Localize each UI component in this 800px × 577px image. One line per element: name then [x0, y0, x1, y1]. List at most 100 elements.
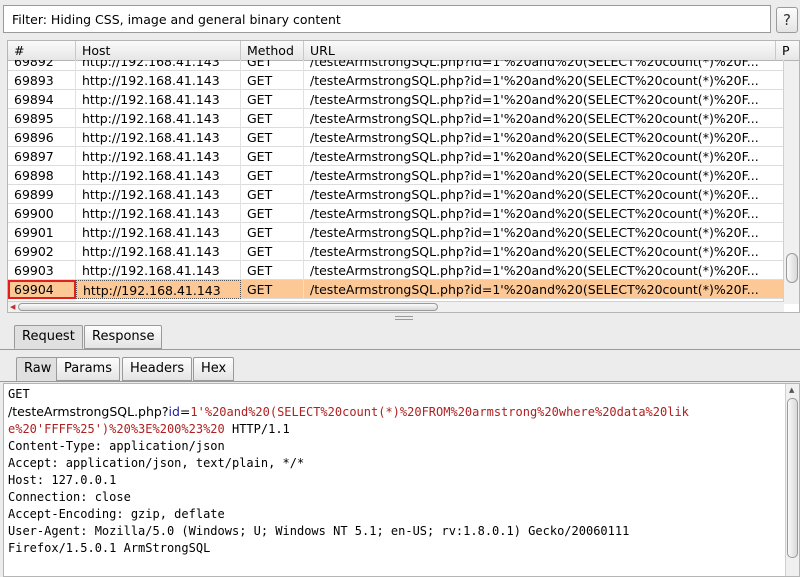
filter-bar[interactable]: Filter: Hiding CSS, image and general bi…: [3, 5, 771, 33]
cell-number: 69895: [8, 109, 76, 128]
cell-host: http://192.168.41.143: [76, 128, 241, 147]
cell-method: GET: [241, 185, 304, 204]
table-row[interactable]: 69897 http://192.168.41.143 GET/testeArmst…: [8, 147, 784, 166]
header-user-agent: User-Agent: Mozilla/5.0 (Windows; U; Win…: [8, 524, 630, 538]
request-param-value: 1'%20and%20(SELECT%20count(*)%20FROM%20a…: [190, 405, 689, 419]
header-host: Host: 127.0.0.1: [8, 473, 117, 487]
cell-url: /testeArmstrongSQL.php?id=1'%20and%20(SE…: [304, 261, 784, 280]
column-header-url[interactable]: URL: [304, 41, 776, 61]
cell-host: http://192.168.41.143: [76, 185, 241, 204]
pane-splitter-handle[interactable]: [395, 316, 413, 320]
cell-method: GET: [241, 90, 304, 109]
cell-number: 69896: [8, 128, 76, 147]
column-header-number[interactable]: #: [8, 41, 76, 61]
request-param-value-continued: e%20'FFFF%25')%20%3E%200%23%20: [8, 422, 225, 436]
cell-number: 69894: [8, 90, 76, 109]
cell-host: http://192.168.41.143: [76, 204, 241, 223]
cell-number: 69902: [8, 242, 76, 261]
cell-method: GET: [241, 71, 304, 90]
cell-number: 69901: [8, 223, 76, 242]
tab-params[interactable]: Params: [56, 357, 120, 381]
request-method: GET: [8, 387, 30, 401]
table-row[interactable]: 69896 http://192.168.41.143 GET/testeArmst…: [8, 128, 784, 147]
table-body: 69892 http://192.168.41.143 GET/testeArmst…: [8, 60, 784, 303]
table-row[interactable]: 69895 http://192.168.41.143 GET/testeArmst…: [8, 109, 784, 128]
header-content-type: Content-Type: application/json: [8, 439, 225, 453]
cell-number: 69900: [8, 204, 76, 223]
request-param-key: id: [168, 404, 180, 419]
cell-number: 69903: [8, 261, 76, 280]
table-row[interactable]: 69892 http://192.168.41.143 GET/testeArmst…: [8, 60, 784, 71]
table-row[interactable]: 69902 http://192.168.41.143 GET/testeArmst…: [8, 242, 784, 261]
cell-method: GET: [241, 166, 304, 185]
cell-host: http://192.168.41.143: [76, 223, 241, 242]
cell-host: http://192.168.41.143: [76, 60, 241, 71]
view-tab-divider: [0, 381, 800, 382]
proxy-history-table: # Host Method URL P 69892 http://192.168.…: [7, 40, 800, 313]
cell-method: GET: [241, 109, 304, 128]
table-row[interactable]: 69899 http://192.168.41.143 GET/testeArmst…: [8, 185, 784, 204]
cell-host: http://192.168.41.143: [76, 166, 241, 185]
column-header-host[interactable]: Host: [76, 41, 241, 61]
cell-url: /testeArmstrongSQL.php?id=1'%20and%20(SE…: [304, 166, 784, 185]
tab-hex[interactable]: Hex: [193, 357, 235, 381]
cell-number: 69898: [8, 166, 76, 185]
cell-number: 69892: [8, 60, 76, 71]
cell-url: /testeArmstrongSQL.php?id=1'%20and%20(SE…: [304, 242, 784, 261]
cell-url: /testeArmstrongSQL.php?id=1'%20and%20(SE…: [304, 90, 784, 109]
tab-response[interactable]: Response: [84, 325, 163, 349]
filter-text: Filter: Hiding CSS, image and general bi…: [12, 12, 341, 27]
table-row[interactable]: 69901 http://192.168.41.143 GET/testeArmst…: [8, 223, 784, 242]
cell-url: /testeArmstrongSQL.php?id=1'%20and%20(SE…: [304, 109, 784, 128]
table-header: # Host Method URL P: [8, 41, 799, 61]
table-vertical-scrollbar[interactable]: [783, 61, 799, 304]
header-connection: Connection: close: [8, 490, 131, 504]
editor-vertical-scroll-thumb[interactable]: [787, 398, 798, 558]
table-row[interactable]: 69903 http://192.168.41.143 GET/testeArmst…: [8, 261, 784, 280]
request-protocol: HTTP/1.1: [224, 422, 290, 436]
cell-url: /testeArmstrongSQL.php?id=1'%20and%20(SE…: [304, 128, 784, 147]
cell-url: /testeArmstrongSQL.php?id=1'%20and%20(SE…: [304, 60, 784, 71]
cell-url: /testeArmstrongSQL.php?id=1'%20and%20(SE…: [304, 185, 784, 204]
cell-host: http://192.168.41.143: [76, 90, 241, 109]
table-horizontal-scrollbar[interactable]: ◀: [8, 301, 784, 312]
cell-host: http://192.168.41.143: [76, 242, 241, 261]
cell-method: GET: [241, 280, 304, 299]
editor-vertical-scrollbar[interactable]: ▲: [785, 384, 799, 576]
table-row[interactable]: 69893 http://192.168.41.143 GET/testeArmst…: [8, 71, 784, 90]
table-row[interactable]: 69900 http://192.168.41.143 GET/testeArmst…: [8, 204, 784, 223]
table-row[interactable]: 69898 http://192.168.41.143 GET/testeArmst…: [8, 166, 784, 185]
raw-request-editor[interactable]: GET /testeArmstrongSQL.php?id=1'%20and%2…: [3, 383, 800, 577]
table-row[interactable]: 69904 http://192.168.41.143 GET/testeArmst…: [8, 280, 784, 299]
request-param-equals: =: [179, 404, 191, 419]
tab-headers[interactable]: Headers: [122, 357, 193, 381]
table-horizontal-scroll-thumb[interactable]: [18, 303, 438, 311]
cell-url: /testeArmstrongSQL.php?id=1'%20and%20(SE…: [304, 71, 784, 90]
cell-url: /testeArmstrongSQL.php?id=1'%20and%20(SE…: [304, 147, 784, 166]
help-button[interactable]: ?: [776, 7, 798, 33]
cell-host: http://192.168.41.143: [76, 147, 241, 166]
column-header-extra[interactable]: P: [776, 41, 799, 61]
cell-method: GET: [241, 147, 304, 166]
cell-method: GET: [241, 223, 304, 242]
tab-divider: [0, 349, 800, 350]
cell-url: /testeArmstrongSQL.php?id=1'%20and%20(SE…: [304, 223, 784, 242]
table-row[interactable]: 69894 http://192.168.41.143 GET/testeArmst…: [8, 90, 784, 109]
cell-url: /testeArmstrongSQL.php?id=1'%20and%20(SE…: [304, 280, 784, 299]
header-user-agent-continued: Firefox/1.5.0.1 ArmStrongSQL: [8, 541, 211, 555]
tab-raw[interactable]: Raw: [16, 357, 60, 381]
cell-method: GET: [241, 261, 304, 280]
cell-number: 69897: [8, 147, 76, 166]
cell-url: /testeArmstrongSQL.php?id=1'%20and%20(SE…: [304, 204, 784, 223]
scroll-up-arrow-icon[interactable]: ▲: [789, 386, 794, 394]
cell-number: 69893: [8, 71, 76, 90]
tab-request[interactable]: Request: [14, 325, 83, 349]
cell-method: GET: [241, 60, 304, 71]
cell-host: http://192.168.41.143: [76, 261, 241, 280]
header-accept-encoding: Accept-Encoding: gzip, deflate: [8, 507, 225, 521]
table-vertical-scroll-thumb[interactable]: [786, 253, 798, 283]
cell-number: 69899: [8, 185, 76, 204]
cell-method: GET: [241, 204, 304, 223]
column-header-method[interactable]: Method: [241, 41, 304, 61]
scroll-left-arrow-icon[interactable]: ◀: [10, 303, 15, 311]
